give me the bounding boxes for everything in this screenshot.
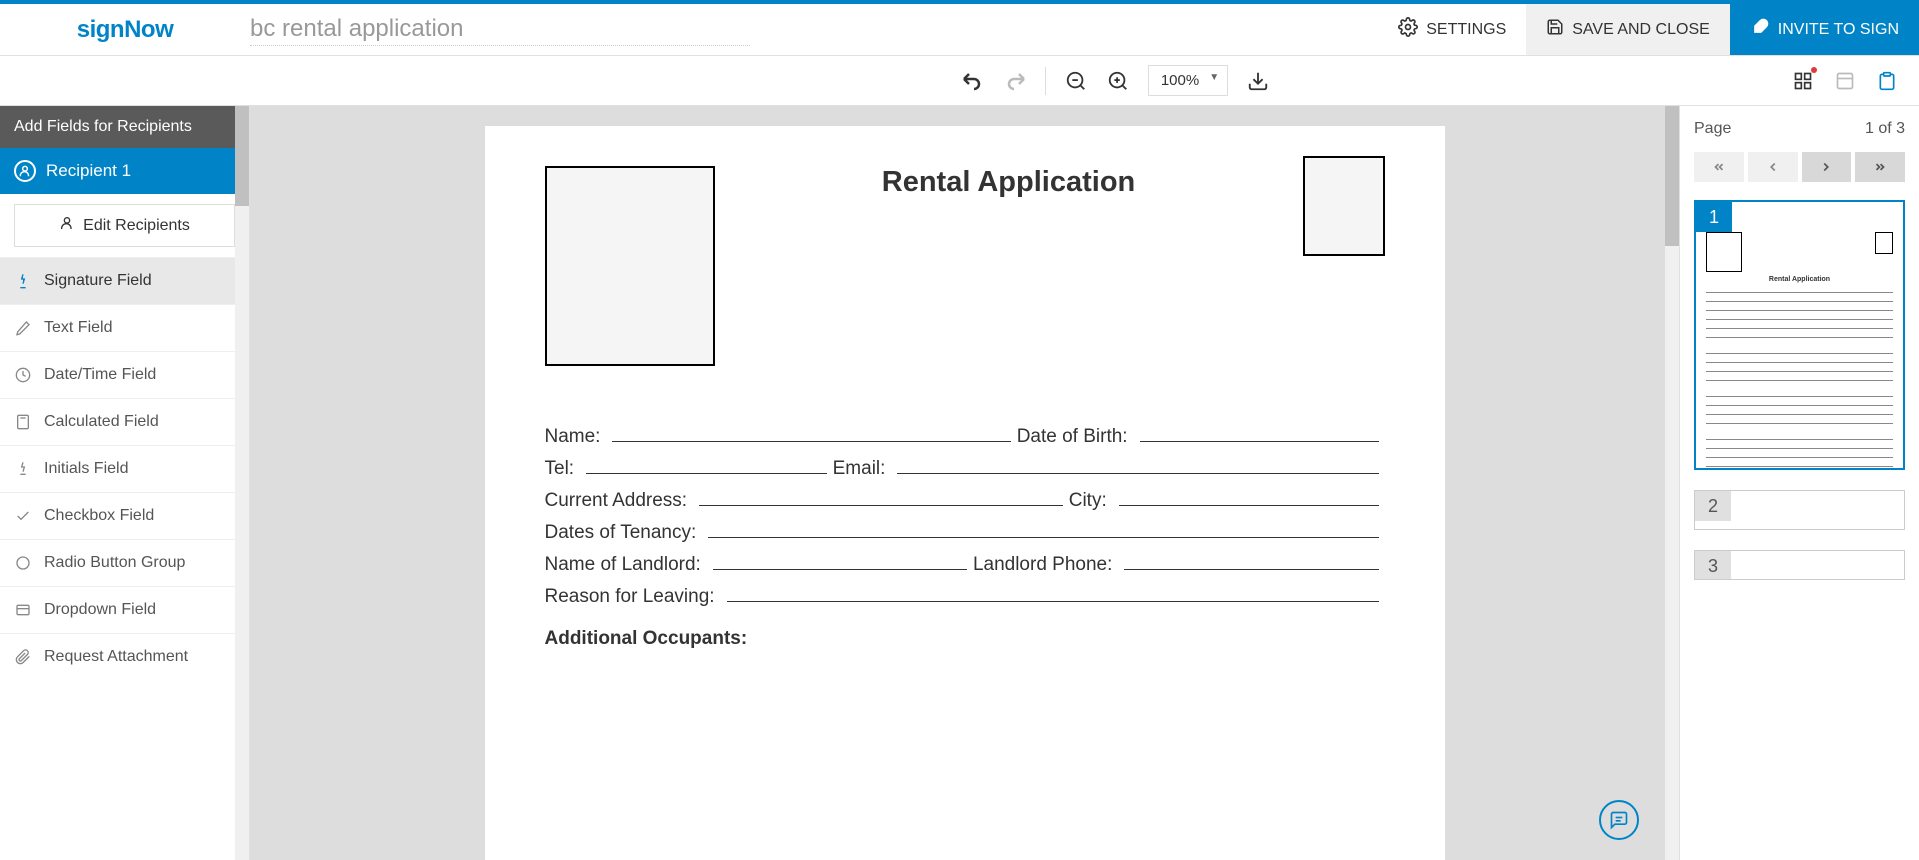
page-count: 1 of 3 xyxy=(1865,120,1905,138)
prev-page-button[interactable] xyxy=(1748,152,1798,182)
field-label: Date/Time Field xyxy=(44,366,156,384)
edit-recipients-label: Edit Recipients xyxy=(83,217,190,235)
form-label: Reason for Leaving: xyxy=(545,586,715,608)
page-thumbnail-1[interactable]: 1 Rental Application xyxy=(1694,200,1905,470)
settings-button[interactable]: SETTINGS xyxy=(1378,4,1526,55)
field-label: Request Attachment xyxy=(44,648,188,666)
next-page-button[interactable] xyxy=(1802,152,1852,182)
pages-button[interactable] xyxy=(1875,69,1899,93)
form-label: Name of Landlord: xyxy=(545,554,701,576)
sidebar-title: Add Fields for Recipients xyxy=(0,106,249,148)
sidebar-scrollbar[interactable] xyxy=(235,106,249,860)
field-attachment[interactable]: Request Attachment xyxy=(0,633,249,680)
invite-label: INVITE TO SIGN xyxy=(1778,21,1899,39)
field-text[interactable]: Text Field xyxy=(0,304,249,351)
field-calculated[interactable]: Calculated Field xyxy=(0,398,249,445)
page-thumbnail-2[interactable]: 2 xyxy=(1694,490,1905,530)
form-label: Landlord Phone: xyxy=(973,554,1112,576)
field-label: Dropdown Field xyxy=(44,601,156,619)
field-radio[interactable]: Radio Button Group xyxy=(0,539,249,586)
field-label: Text Field xyxy=(44,319,112,337)
thumb-number: 3 xyxy=(1695,551,1731,580)
initials-icon xyxy=(14,460,32,478)
document-title-input[interactable]: bc rental application xyxy=(250,13,750,46)
logo: signNow xyxy=(0,16,250,44)
placeholder-box-right xyxy=(1303,156,1385,256)
chevron-down-icon: ▼ xyxy=(1209,72,1219,83)
field-label: Initials Field xyxy=(44,460,128,478)
zoom-select[interactable]: 100% ▼ xyxy=(1148,65,1228,96)
form-label: Date of Birth: xyxy=(1017,426,1128,448)
save-label: SAVE AND CLOSE xyxy=(1572,21,1710,39)
recipient-label: Recipient 1 xyxy=(46,161,131,181)
person-icon xyxy=(14,160,36,182)
feather-icon xyxy=(1750,17,1770,42)
thumb-number: 2 xyxy=(1695,491,1731,521)
redo-button[interactable] xyxy=(1003,69,1027,93)
checkbox-icon xyxy=(14,507,32,525)
zoom-value: 100% xyxy=(1161,72,1199,89)
thumb-number: 1 xyxy=(1696,202,1732,232)
form-label: Tel: xyxy=(545,458,575,480)
page-panel: Page 1 of 3 1 Rental Application xyxy=(1679,106,1919,860)
attachment-icon xyxy=(14,648,32,666)
dropdown-icon xyxy=(14,601,32,619)
edit-recipients-button[interactable]: Edit Recipients xyxy=(14,204,235,247)
invite-button[interactable]: INVITE TO SIGN xyxy=(1730,4,1919,55)
radio-icon xyxy=(14,554,32,572)
first-page-button[interactable] xyxy=(1694,152,1744,182)
field-label: Signature Field xyxy=(44,272,152,290)
page-thumbnail-3[interactable]: 3 xyxy=(1694,550,1905,580)
document-heading: Rental Application xyxy=(882,166,1136,199)
layout-button[interactable] xyxy=(1791,69,1815,93)
gear-icon xyxy=(1398,17,1418,42)
section-header: Additional Occupants: xyxy=(545,628,1385,650)
document-canvas[interactable]: Rental Application Name: Date of Birth: T… xyxy=(250,106,1679,860)
form-label: City: xyxy=(1069,490,1107,512)
field-signature[interactable]: Signature Field xyxy=(0,257,249,304)
sidebar: Add Fields for Recipients Recipient 1 Ed… xyxy=(0,106,250,860)
save-close-button[interactable]: SAVE AND CLOSE xyxy=(1526,4,1730,55)
document-page: Rental Application Name: Date of Birth: T… xyxy=(485,126,1445,860)
panel-button[interactable] xyxy=(1833,69,1857,93)
field-label: Calculated Field xyxy=(44,413,159,431)
chat-button[interactable] xyxy=(1599,800,1639,840)
toolbar: 100% ▼ xyxy=(0,56,1919,106)
download-button[interactable] xyxy=(1246,69,1270,93)
field-datetime[interactable]: Date/Time Field xyxy=(0,351,249,398)
page-label: Page xyxy=(1694,120,1731,138)
calculator-icon xyxy=(14,413,32,431)
canvas-scrollbar[interactable] xyxy=(1665,106,1679,860)
form-label: Dates of Tenancy: xyxy=(545,522,697,544)
zoom-out-button[interactable] xyxy=(1064,69,1088,93)
field-label: Checkbox Field xyxy=(44,507,154,525)
save-icon xyxy=(1546,18,1564,41)
field-initials[interactable]: Initials Field xyxy=(0,445,249,492)
undo-button[interactable] xyxy=(961,69,985,93)
form-label: Current Address: xyxy=(545,490,688,512)
settings-label: SETTINGS xyxy=(1426,21,1506,39)
text-icon xyxy=(14,319,32,337)
person-outline-icon xyxy=(59,215,75,236)
clock-icon xyxy=(14,366,32,384)
field-label: Radio Button Group xyxy=(44,554,185,572)
placeholder-box-left xyxy=(545,166,715,366)
recipient-row[interactable]: Recipient 1 xyxy=(0,148,249,194)
field-dropdown[interactable]: Dropdown Field xyxy=(0,586,249,633)
last-page-button[interactable] xyxy=(1855,152,1905,182)
signature-icon xyxy=(14,272,32,290)
form-label: Name: xyxy=(545,426,601,448)
zoom-in-button[interactable] xyxy=(1106,69,1130,93)
field-checkbox[interactable]: Checkbox Field xyxy=(0,492,249,539)
form-label: Email: xyxy=(833,458,886,480)
app-header: signNow bc rental application SETTINGS S… xyxy=(0,4,1919,56)
